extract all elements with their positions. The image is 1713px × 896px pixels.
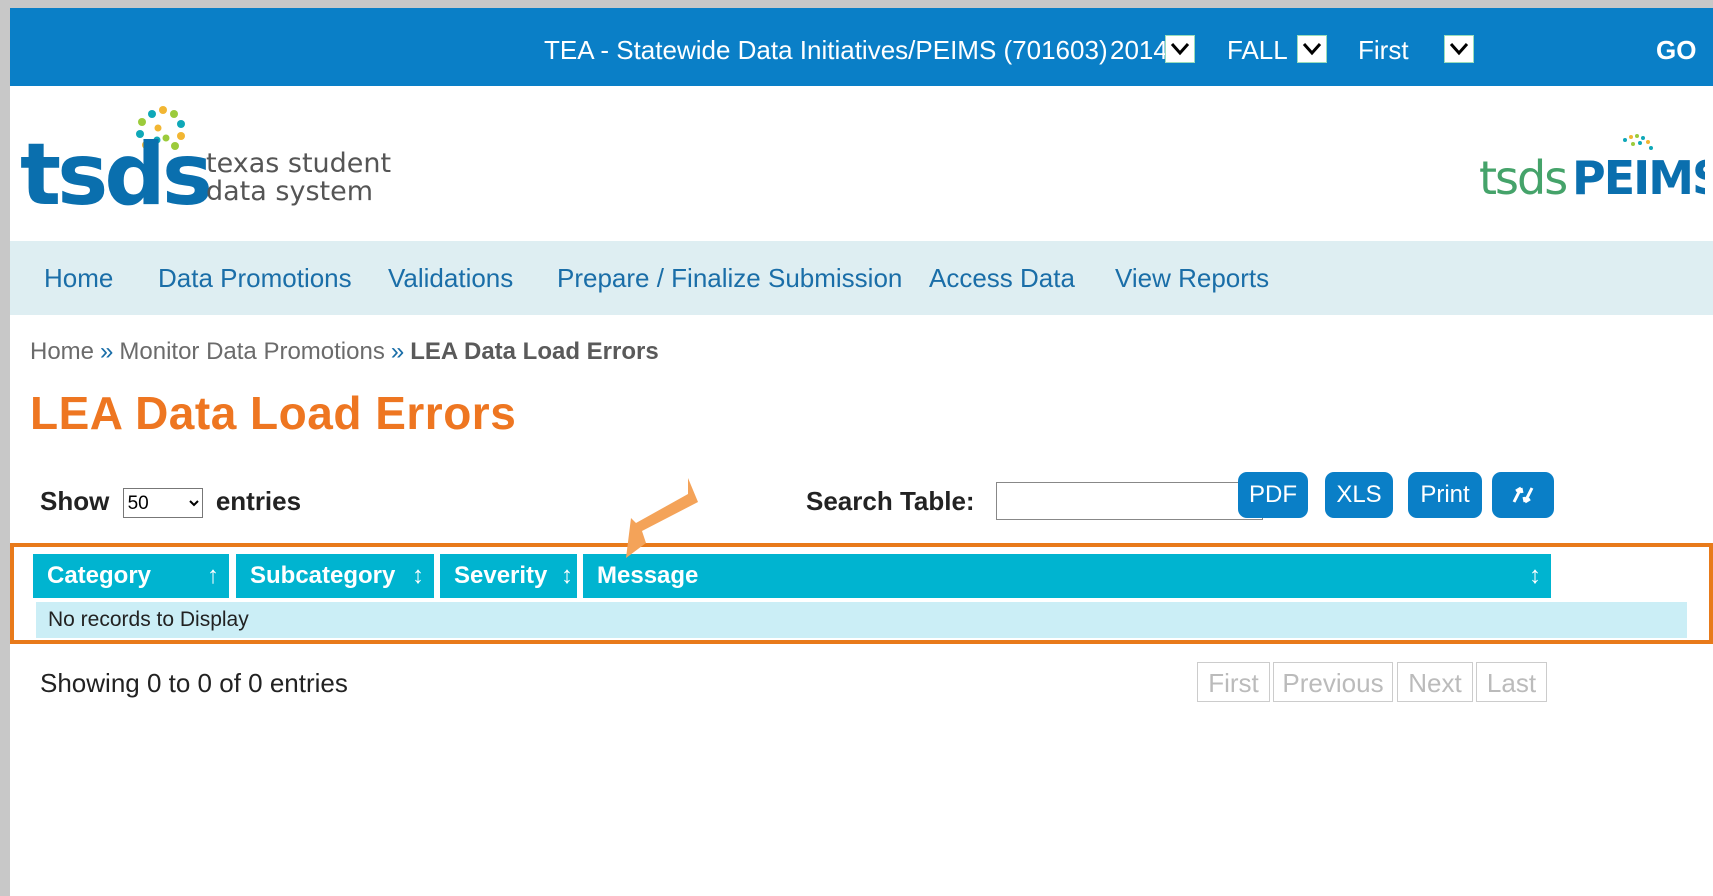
- term-dropdown-button[interactable]: [1297, 35, 1327, 63]
- column-header-label: Category: [47, 562, 152, 589]
- sort-both-icon: ↕: [561, 562, 573, 589]
- breadcrumb-monitor-data-promotions[interactable]: Monitor Data Promotions: [119, 338, 384, 365]
- entries-select[interactable]: 50: [122, 488, 203, 519]
- tsds-peims-logo: tsds PEIMS: [1479, 134, 1705, 205]
- xls-button[interactable]: XLS: [1325, 472, 1393, 518]
- top-bar: TEA - Statewide Data Initiatives/PEIMS (…: [10, 8, 1713, 86]
- pager-last[interactable]: Last: [1476, 662, 1547, 702]
- entries-summary: Showing 0 to 0 of 0 entries: [40, 668, 348, 698]
- chevron-down-icon: [1170, 43, 1190, 56]
- column-header-severity[interactable]: Severity ↕: [440, 554, 577, 598]
- term-select-value[interactable]: FALL: [1227, 35, 1288, 66]
- swap-arrows-icon: [1512, 486, 1534, 504]
- breadcrumb-separator: »: [390, 338, 405, 365]
- svg-text:texas student: texas student: [206, 148, 391, 179]
- nav-access-data[interactable]: Access Data: [929, 263, 1075, 294]
- submission-select-value[interactable]: First: [1358, 35, 1409, 66]
- column-header-category[interactable]: Category ↑: [33, 554, 229, 598]
- breadcrumb-current: LEA Data Load Errors: [410, 338, 659, 365]
- svg-text:data system: data system: [206, 176, 373, 207]
- pager-next[interactable]: Next: [1397, 662, 1473, 702]
- entries-label: entries: [215, 486, 302, 516]
- nav-view-reports[interactable]: View Reports: [1115, 263, 1269, 294]
- pager-previous[interactable]: Previous: [1273, 662, 1393, 702]
- column-header-subcategory[interactable]: Subcategory ↕: [236, 554, 434, 598]
- sort-ascending-icon: ↑: [207, 562, 219, 589]
- go-button[interactable]: GO: [1656, 35, 1696, 66]
- chevron-down-icon: [1302, 43, 1322, 56]
- toggle-columns-button[interactable]: [1492, 472, 1554, 518]
- column-header-label: Message: [597, 562, 699, 589]
- show-label: Show: [40, 486, 110, 516]
- header-logo-band: tsds texas student data system tsds PEIM…: [10, 86, 1713, 241]
- main-nav: Home Data Promotions Validations Prepare…: [10, 241, 1713, 315]
- tsds-logo[interactable]: tsds texas student data system: [18, 94, 398, 234]
- svg-text:tsds: tsds: [1479, 151, 1566, 205]
- nav-data-promotions[interactable]: Data Promotions: [158, 263, 352, 294]
- svg-text:tsds: tsds: [20, 125, 210, 225]
- nav-validations[interactable]: Validations: [388, 263, 513, 294]
- organization-label: TEA - Statewide Data Initiatives/PEIMS (…: [544, 35, 1108, 65]
- nav-home[interactable]: Home: [44, 263, 113, 294]
- breadcrumb: Home» Monitor Data Promotions» LEA Data Lo…: [30, 338, 659, 366]
- page-title: LEA Data Load Errors: [30, 387, 517, 439]
- sort-both-icon: ↕: [1529, 562, 1541, 589]
- year-select-value[interactable]: 2014: [1110, 35, 1168, 66]
- empty-table-message: No records to Display: [36, 602, 1687, 638]
- column-header-message[interactable]: Message ↕: [583, 554, 1551, 598]
- nav-prepare-finalize-submission[interactable]: Prepare / Finalize Submission: [557, 263, 902, 294]
- page: TEA - Statewide Data Initiatives/PEIMS (…: [10, 8, 1713, 896]
- column-header-label: Subcategory: [250, 562, 396, 589]
- breadcrumb-home[interactable]: Home: [30, 338, 94, 365]
- sort-both-icon: ↕: [412, 562, 424, 589]
- year-dropdown-button[interactable]: [1165, 35, 1195, 63]
- entries-control: Show 50 entries: [40, 486, 302, 519]
- chevron-down-icon: [1449, 43, 1469, 56]
- svg-text:PEIMS: PEIMS: [1572, 151, 1705, 205]
- annotation-arrow-icon: [626, 478, 698, 558]
- pdf-button[interactable]: PDF: [1238, 472, 1308, 518]
- search-label: Search Table:: [806, 486, 975, 516]
- search-input[interactable]: [996, 482, 1263, 520]
- submission-dropdown-button[interactable]: [1444, 35, 1474, 63]
- breadcrumb-separator: »: [100, 338, 114, 365]
- pager-first[interactable]: First: [1197, 662, 1270, 702]
- print-button[interactable]: Print: [1408, 472, 1482, 518]
- column-header-label: Severity: [454, 562, 548, 589]
